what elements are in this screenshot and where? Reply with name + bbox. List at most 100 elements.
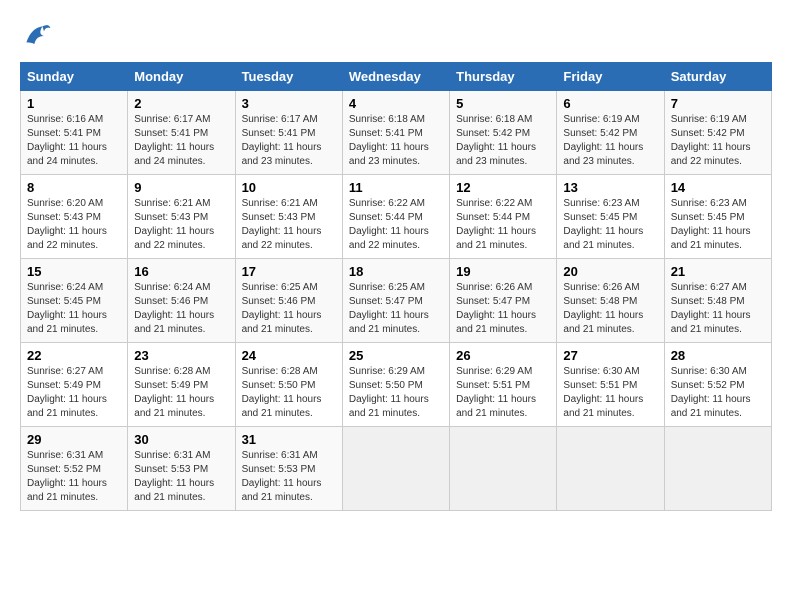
- day-info: Sunrise: 6:24 AM Sunset: 5:45 PM Dayligh…: [27, 281, 121, 337]
- day-cell: 10Sunrise: 6:21 AM Sunset: 5:43 PM Dayli…: [235, 175, 342, 259]
- day-cell: 7 Sunrise: 6:19 AM Sunset: 5:42 PM Daylig…: [664, 91, 771, 175]
- day-number: 1: [27, 96, 121, 111]
- week-row-5: 29 Sunrise: 6:31 AM Sunset: 5:52 PM Dayli…: [21, 427, 772, 511]
- day-info: Sunrise: 6:21 AM Sunset: 5:43 PM Dayligh…: [134, 197, 228, 253]
- day-info: Sunrise: 6:29 AM Sunset: 5:51 PM Dayligh…: [456, 365, 550, 421]
- week-row-1: 1 Sunrise: 6:16 AM Sunset: 5:41 PM Daylig…: [21, 91, 772, 175]
- day-cell: 25Sunrise: 6:29 AM Sunset: 5:50 PM Dayli…: [342, 343, 449, 427]
- day-cell: 16 Sunrise: 6:24 AM Sunset: 5:46 PM Dayli…: [128, 259, 235, 343]
- col-header-monday: Monday: [128, 63, 235, 91]
- day-cell: 3 Sunrise: 6:17 AM Sunset: 5:41 PM Daylig…: [235, 91, 342, 175]
- day-cell: 11 Sunrise: 6:22 AM Sunset: 5:44 PM Dayli…: [342, 175, 449, 259]
- day-cell: [557, 427, 664, 511]
- day-number: 28: [671, 348, 765, 363]
- logo-bird-icon: [20, 20, 52, 52]
- week-row-2: 8 Sunrise: 6:20 AM Sunset: 5:43 PM Daylig…: [21, 175, 772, 259]
- day-number: 25: [349, 348, 443, 363]
- day-cell: 17 Sunrise: 6:25 AM Sunset: 5:46 PM Dayli…: [235, 259, 342, 343]
- day-cell: 14 Sunrise: 6:23 AM Sunset: 5:45 PM Dayli…: [664, 175, 771, 259]
- calendar-header-row: SundayMondayTuesdayWednesdayThursdayFrid…: [21, 63, 772, 91]
- day-info: Sunrise: 6:17 AM Sunset: 5:41 PM Dayligh…: [242, 113, 336, 169]
- day-number: 15: [27, 264, 121, 279]
- day-number: 31: [242, 432, 336, 447]
- day-info: Sunrise: 6:30 AM Sunset: 5:51 PM Dayligh…: [563, 365, 657, 421]
- day-number: 20: [563, 264, 657, 279]
- day-cell: 8 Sunrise: 6:20 AM Sunset: 5:43 PM Daylig…: [21, 175, 128, 259]
- page-header: [20, 20, 772, 52]
- day-cell: 23 Sunrise: 6:28 AM Sunset: 5:49 PM Dayli…: [128, 343, 235, 427]
- day-number: 14: [671, 180, 765, 195]
- day-cell: 21 Sunrise: 6:27 AM Sunset: 5:48 PM Dayli…: [664, 259, 771, 343]
- day-info: Sunrise: 6:31 AM Sunset: 5:53 PM Dayligh…: [134, 449, 228, 505]
- day-number: 12: [456, 180, 550, 195]
- col-header-sunday: Sunday: [21, 63, 128, 91]
- day-cell: 5Sunrise: 6:18 AM Sunset: 5:42 PM Daylig…: [450, 91, 557, 175]
- logo: [20, 20, 56, 52]
- day-number: 11: [349, 180, 443, 195]
- day-info: Sunrise: 6:23 AM Sunset: 5:45 PM Dayligh…: [563, 197, 657, 253]
- day-cell: 13 Sunrise: 6:23 AM Sunset: 5:45 PM Dayli…: [557, 175, 664, 259]
- day-number: 26: [456, 348, 550, 363]
- day-cell: 20 Sunrise: 6:26 AM Sunset: 5:48 PM Dayli…: [557, 259, 664, 343]
- day-number: 17: [242, 264, 336, 279]
- day-cell: 31 Sunrise: 6:31 AM Sunset: 5:53 PM Dayli…: [235, 427, 342, 511]
- day-info: Sunrise: 6:26 AM Sunset: 5:48 PM Dayligh…: [563, 281, 657, 337]
- day-number: 10: [242, 180, 336, 195]
- day-cell: 2Sunrise: 6:17 AM Sunset: 5:41 PM Daylig…: [128, 91, 235, 175]
- col-header-thursday: Thursday: [450, 63, 557, 91]
- day-number: 27: [563, 348, 657, 363]
- day-cell: 9 Sunrise: 6:21 AM Sunset: 5:43 PM Daylig…: [128, 175, 235, 259]
- day-info: Sunrise: 6:31 AM Sunset: 5:53 PM Dayligh…: [242, 449, 336, 505]
- day-cell: 27 Sunrise: 6:30 AM Sunset: 5:51 PM Dayli…: [557, 343, 664, 427]
- day-number: 29: [27, 432, 121, 447]
- day-number: 18: [349, 264, 443, 279]
- day-info: Sunrise: 6:22 AM Sunset: 5:44 PM Dayligh…: [456, 197, 550, 253]
- col-header-wednesday: Wednesday: [342, 63, 449, 91]
- day-cell: 22Sunrise: 6:27 AM Sunset: 5:49 PM Dayli…: [21, 343, 128, 427]
- day-cell: 12 Sunrise: 6:22 AM Sunset: 5:44 PM Dayli…: [450, 175, 557, 259]
- col-header-tuesday: Tuesday: [235, 63, 342, 91]
- day-cell: 4 Sunrise: 6:18 AM Sunset: 5:41 PM Daylig…: [342, 91, 449, 175]
- day-info: Sunrise: 6:31 AM Sunset: 5:52 PM Dayligh…: [27, 449, 121, 505]
- day-number: 4: [349, 96, 443, 111]
- day-number: 30: [134, 432, 228, 447]
- day-info: Sunrise: 6:27 AM Sunset: 5:48 PM Dayligh…: [671, 281, 765, 337]
- day-info: Sunrise: 6:25 AM Sunset: 5:46 PM Dayligh…: [242, 281, 336, 337]
- day-cell: 19 Sunrise: 6:26 AM Sunset: 5:47 PM Dayli…: [450, 259, 557, 343]
- day-number: 8: [27, 180, 121, 195]
- day-info: Sunrise: 6:20 AM Sunset: 5:43 PM Dayligh…: [27, 197, 121, 253]
- week-row-3: 15 Sunrise: 6:24 AM Sunset: 5:45 PM Dayli…: [21, 259, 772, 343]
- day-number: 9: [134, 180, 228, 195]
- day-info: Sunrise: 6:16 AM Sunset: 5:41 PM Dayligh…: [27, 113, 121, 169]
- day-cell: 29 Sunrise: 6:31 AM Sunset: 5:52 PM Dayli…: [21, 427, 128, 511]
- day-number: 22: [27, 348, 121, 363]
- day-info: Sunrise: 6:28 AM Sunset: 5:49 PM Dayligh…: [134, 365, 228, 421]
- col-header-friday: Friday: [557, 63, 664, 91]
- day-number: 13: [563, 180, 657, 195]
- day-cell: 30 Sunrise: 6:31 AM Sunset: 5:53 PM Dayli…: [128, 427, 235, 511]
- day-number: 16: [134, 264, 228, 279]
- day-number: 19: [456, 264, 550, 279]
- day-cell: [450, 427, 557, 511]
- day-info: Sunrise: 6:19 AM Sunset: 5:42 PM Dayligh…: [671, 113, 765, 169]
- day-number: 23: [134, 348, 228, 363]
- day-info: Sunrise: 6:23 AM Sunset: 5:45 PM Dayligh…: [671, 197, 765, 253]
- col-header-saturday: Saturday: [664, 63, 771, 91]
- day-number: 21: [671, 264, 765, 279]
- day-cell: 18 Sunrise: 6:25 AM Sunset: 5:47 PM Dayli…: [342, 259, 449, 343]
- day-cell: [664, 427, 771, 511]
- calendar-table: SundayMondayTuesdayWednesdayThursdayFrid…: [20, 62, 772, 511]
- day-cell: 28Sunrise: 6:30 AM Sunset: 5:52 PM Dayli…: [664, 343, 771, 427]
- day-info: Sunrise: 6:18 AM Sunset: 5:41 PM Dayligh…: [349, 113, 443, 169]
- day-info: Sunrise: 6:24 AM Sunset: 5:46 PM Dayligh…: [134, 281, 228, 337]
- day-cell: [342, 427, 449, 511]
- day-info: Sunrise: 6:26 AM Sunset: 5:47 PM Dayligh…: [456, 281, 550, 337]
- day-info: Sunrise: 6:28 AM Sunset: 5:50 PM Dayligh…: [242, 365, 336, 421]
- day-info: Sunrise: 6:17 AM Sunset: 5:41 PM Dayligh…: [134, 113, 228, 169]
- day-cell: 24Sunrise: 6:28 AM Sunset: 5:50 PM Dayli…: [235, 343, 342, 427]
- day-number: 3: [242, 96, 336, 111]
- day-info: Sunrise: 6:22 AM Sunset: 5:44 PM Dayligh…: [349, 197, 443, 253]
- day-number: 7: [671, 96, 765, 111]
- day-info: Sunrise: 6:25 AM Sunset: 5:47 PM Dayligh…: [349, 281, 443, 337]
- day-number: 5: [456, 96, 550, 111]
